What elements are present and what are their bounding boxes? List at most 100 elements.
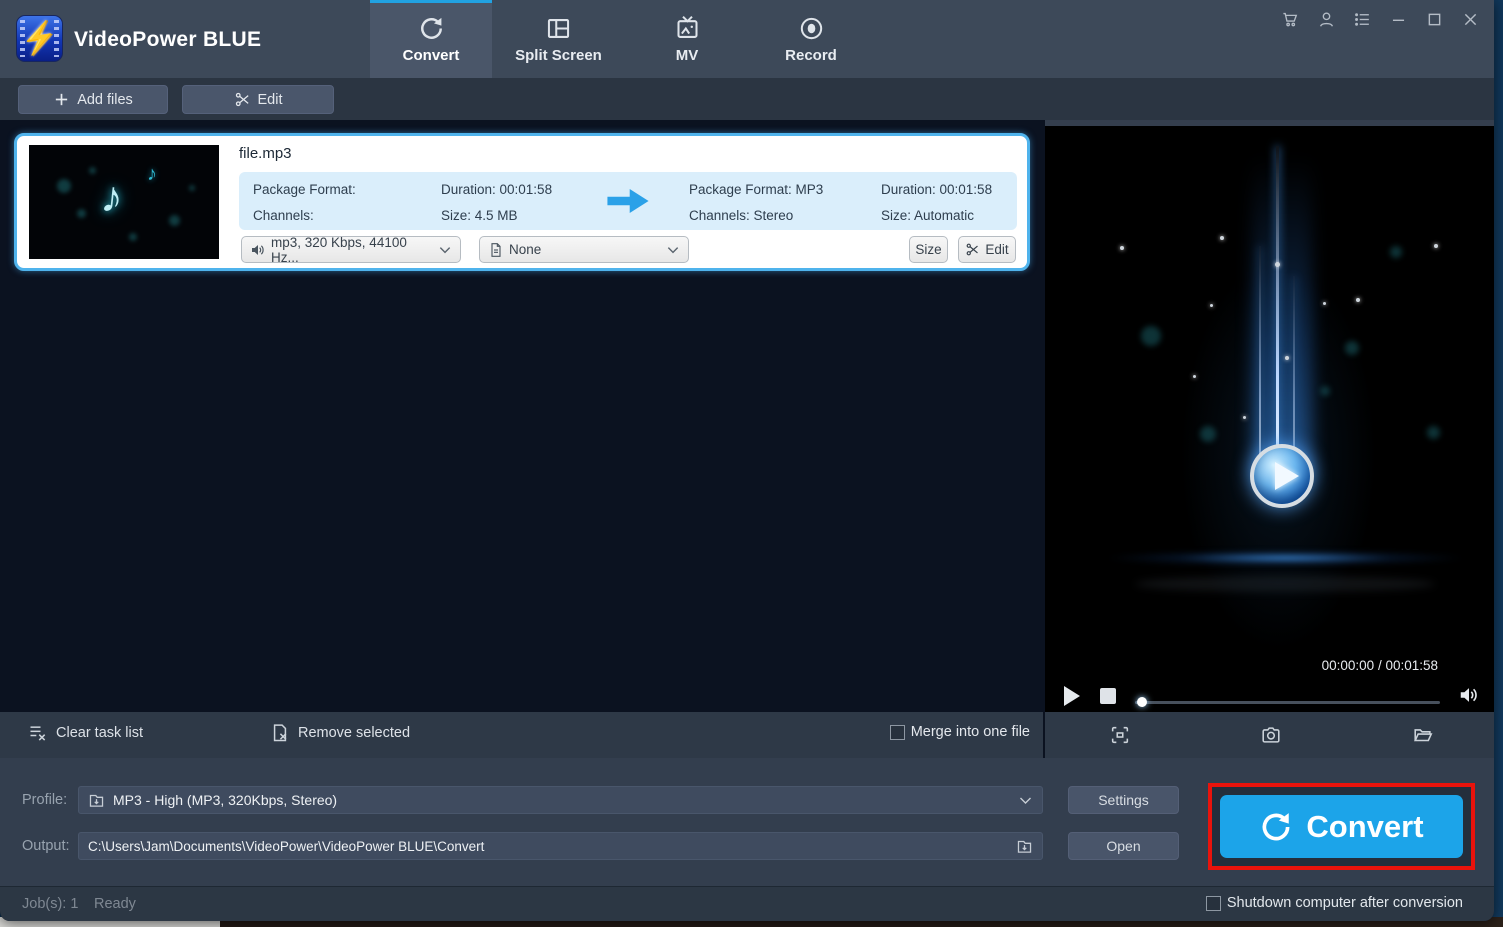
clear-task-list-button[interactable]: Clear task list (28, 723, 143, 743)
target-channels: Channels: Stereo (689, 208, 794, 223)
file-row[interactable]: ♪ ♪ file.mp3 Package Format: Channels: D… (14, 133, 1030, 271)
titlebar-controls (1281, 10, 1490, 29)
source-channels-label: Channels: (253, 208, 314, 223)
output-label: Output: (22, 838, 70, 854)
tab-split-screen[interactable]: Split Screen (492, 0, 625, 78)
tab-convert[interactable]: Convert (370, 0, 492, 78)
shutdown-label: Shutdown computer after conversion (1226, 895, 1463, 911)
file-name: file.mp3 (239, 145, 292, 162)
video-preview[interactable] (1045, 126, 1494, 656)
profile-dropdown[interactable]: MP3 - High (MP3, 320Kbps, Stereo) (78, 786, 1043, 814)
file-info-box: Package Format: Channels: Duration: 00:0… (239, 172, 1017, 230)
preview-play-logo (1250, 444, 1314, 508)
menu-list-icon[interactable] (1353, 10, 1372, 29)
profile-label: Profile: (22, 792, 68, 808)
tab-convert-label: Convert (402, 46, 460, 64)
minimize-button[interactable] (1389, 10, 1408, 29)
add-files-button[interactable]: Add files (18, 85, 168, 114)
ready-status: Ready (94, 896, 136, 912)
profile-folder-icon (89, 794, 104, 807)
settings-label: Settings (1098, 792, 1149, 808)
clear-list-icon (30, 726, 46, 741)
output-section: Profile: MP3 - High (MP3, 320Kbps, Stere… (0, 758, 1494, 886)
snapshot-camera-icon[interactable] (1260, 724, 1282, 746)
target-size: Size: Automatic (881, 208, 975, 223)
row-edit-label: Edit (985, 242, 1009, 257)
merge-label: Merge into one file (910, 724, 1030, 740)
convert-button[interactable]: Convert (1220, 795, 1463, 858)
file-thumbnail: ♪ ♪ (29, 145, 219, 259)
file-toolbar: Add files Edit (0, 78, 1494, 120)
output-path-value: C:\Users\Jam\Documents\VideoPower\VideoP… (88, 838, 485, 854)
convert-sync-icon (420, 17, 442, 39)
browse-folder-icon[interactable] (1016, 838, 1033, 855)
fullscreen-icon[interactable] (1109, 724, 1131, 746)
preview-panel: 00:00:00 / 00:01:58 (1045, 120, 1494, 712)
document-icon (491, 242, 501, 257)
mv-tv-icon (676, 15, 698, 38)
row-edit-button[interactable]: Edit (958, 236, 1016, 263)
subtitle-value: None (509, 242, 542, 257)
convert-label: Convert (1306, 808, 1424, 844)
plus-icon (56, 93, 68, 106)
merge-into-one-file-option[interactable]: Merge into one file (889, 724, 1030, 740)
playback-time: 00:00:00 / 00:01:58 (1321, 658, 1438, 673)
split-screen-icon (547, 18, 570, 38)
source-format-label: Package Format: (253, 182, 356, 197)
add-files-label: Add files (77, 91, 133, 108)
user-account-icon[interactable] (1317, 10, 1336, 29)
source-size: Size: 4.5 MB (441, 208, 518, 223)
size-button[interactable]: Size (909, 236, 948, 263)
subtitle-dropdown[interactable]: None (479, 236, 689, 263)
chevron-down-icon (439, 246, 451, 253)
scissors-icon (966, 243, 979, 256)
merge-checkbox[interactable] (889, 724, 905, 740)
convert-highlight-annotation: Convert (1208, 783, 1475, 870)
open-label: Open (1106, 838, 1141, 854)
app-window: ⚡ VideoPower BLUE Convert Split Screen M… (0, 0, 1494, 921)
remove-selected-label: Remove selected (298, 725, 411, 741)
source-duration: Duration: 00:01:58 (441, 182, 553, 197)
tab-mv[interactable]: MV (625, 0, 749, 78)
status-bar: Job(s): 1 Ready Shutdown computer after … (0, 886, 1494, 921)
app-title: VideoPower BLUE (74, 28, 262, 51)
play-button[interactable] (1063, 686, 1081, 706)
audio-profile-dropdown[interactable]: mp3, 320 Kbps, 44100 Hz... (241, 234, 461, 265)
stop-button[interactable] (1100, 688, 1116, 704)
preview-toolbar (1045, 712, 1494, 758)
scissors-icon (235, 92, 249, 107)
clear-task-list-label: Clear task list (56, 725, 144, 741)
output-path-field[interactable]: C:\Users\Jam\Documents\VideoPower\VideoP… (78, 832, 1043, 860)
tab-record[interactable]: Record (749, 0, 873, 78)
task-toolbar: Clear task list Remove selected Merge in… (0, 712, 1043, 758)
player-controls: 00:00:00 / 00:01:58 (1045, 656, 1494, 712)
target-format: Package Format: MP3 (689, 182, 824, 197)
app-logo-icon: ⚡ (16, 15, 63, 62)
audio-profile-value: mp3, 320 Kbps, 44100 Hz... (271, 234, 407, 265)
shutdown-after-conversion-option[interactable]: Shutdown computer after conversion (1205, 895, 1463, 911)
settings-button[interactable]: Settings (1068, 786, 1179, 814)
tab-record-label: Record (785, 46, 837, 64)
chevron-down-icon (1020, 797, 1031, 804)
task-list: ♪ ♪ file.mp3 Package Format: Channels: D… (0, 120, 1043, 712)
remove-selected-button[interactable]: Remove selected (270, 723, 410, 743)
tab-mv-label: MV (675, 46, 699, 64)
cart-icon[interactable] (1281, 10, 1300, 29)
chevron-down-icon (667, 246, 679, 253)
volume-icon[interactable] (1458, 684, 1480, 706)
titlebar: ⚡ VideoPower BLUE Convert Split Screen M… (0, 0, 1494, 78)
edit-button[interactable]: Edit (182, 85, 334, 114)
maximize-button[interactable] (1425, 10, 1444, 29)
open-button[interactable]: Open (1068, 832, 1179, 860)
convert-direction-arrow-icon (607, 189, 649, 213)
seek-knob[interactable] (1137, 697, 1147, 707)
size-button-label: Size (915, 242, 942, 257)
shutdown-checkbox[interactable] (1205, 895, 1221, 911)
record-icon (800, 17, 822, 39)
open-folder-icon[interactable] (1412, 724, 1434, 746)
convert-sync-icon (1262, 812, 1290, 840)
music-note-small-icon: ♪ (147, 163, 157, 185)
close-button[interactable] (1461, 10, 1480, 29)
tab-split-screen-label: Split Screen (515, 46, 602, 64)
seek-bar[interactable] (1135, 697, 1440, 707)
